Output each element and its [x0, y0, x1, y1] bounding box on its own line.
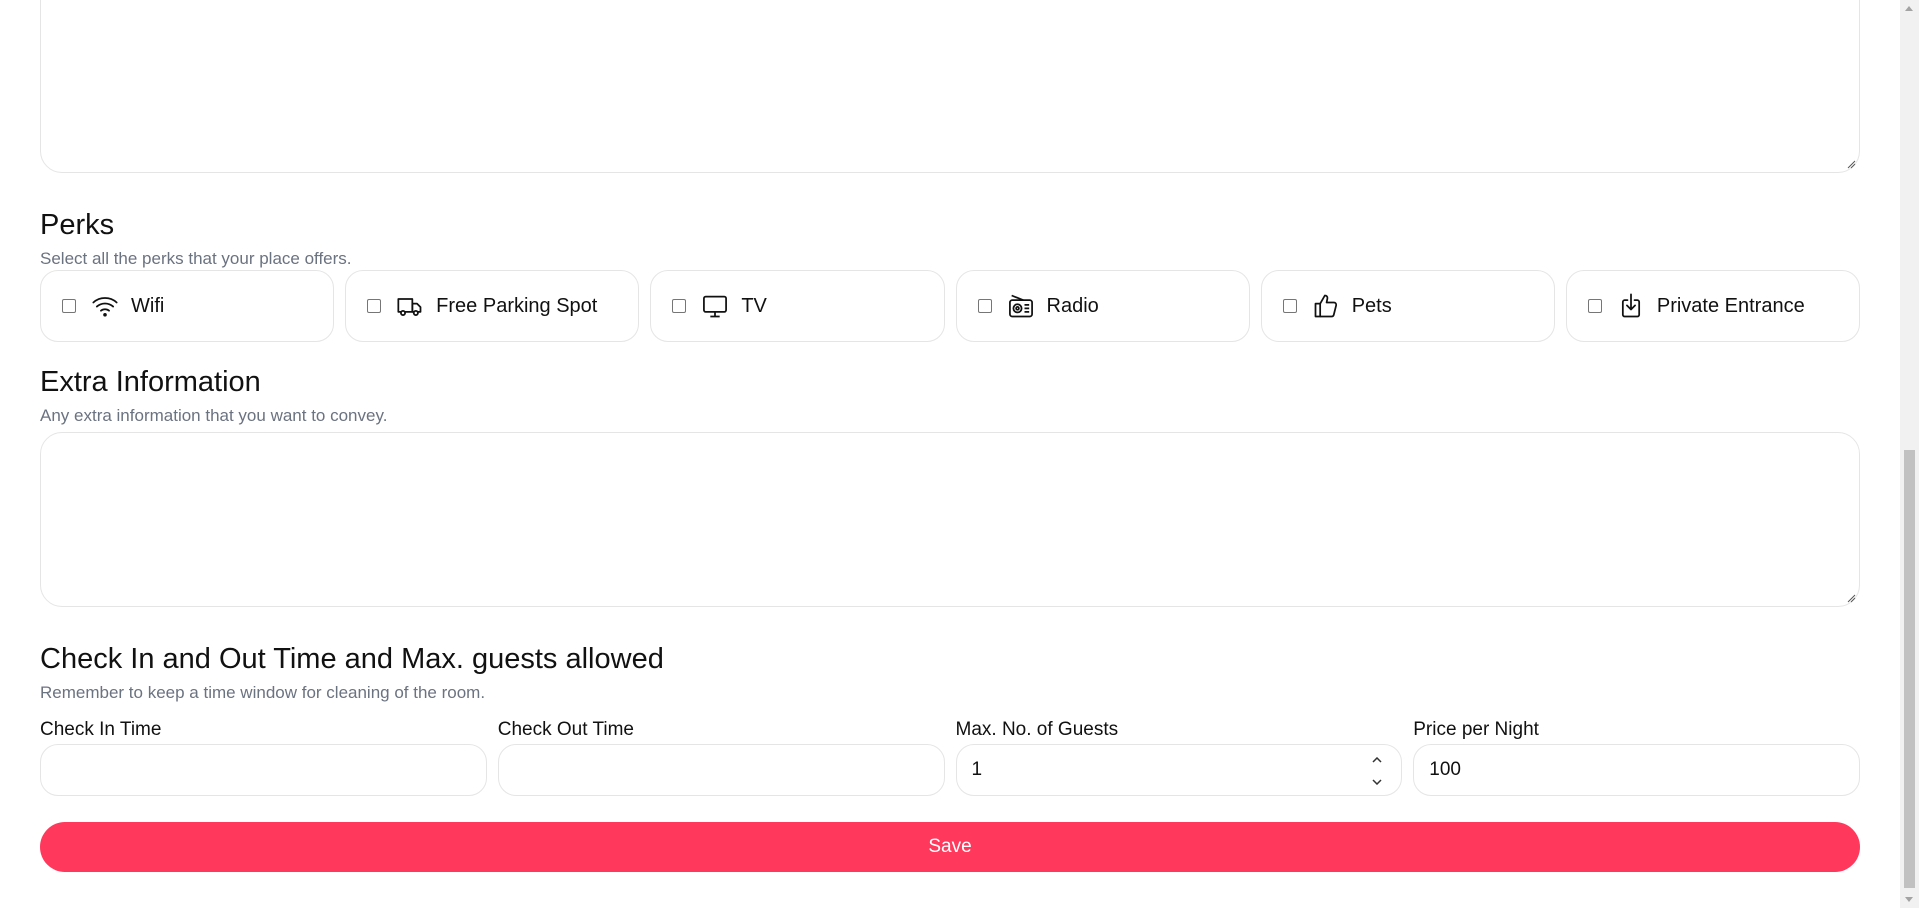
max-guests-field: Max. No. of Guests 1	[955, 716, 1403, 796]
thumbs-up-icon	[1311, 291, 1341, 321]
spinner-down-icon[interactable]	[1372, 779, 1382, 785]
truck-icon	[395, 291, 425, 321]
max-guests-input[interactable]: 1	[955, 744, 1403, 796]
spinner-up-icon[interactable]	[1372, 757, 1382, 763]
max-guests-label: Max. No. of Guests	[955, 719, 1119, 740]
perks-title: Perks	[40, 209, 115, 241]
resize-grip-icon[interactable]	[1846, 159, 1856, 169]
perk-checkbox[interactable]	[672, 299, 687, 313]
perk-checkbox[interactable]	[1282, 299, 1297, 313]
perk-wifi[interactable]: Wifi	[40, 270, 335, 342]
perks-grid: Wifi Free Parking Spot TV Radio Pets Pri…	[40, 270, 1861, 342]
perk-label: TV	[741, 294, 767, 317]
scroll-up-icon[interactable]	[1905, 6, 1913, 11]
perk-pets[interactable]: Pets	[1260, 270, 1555, 342]
extra-info-textarea[interactable]	[40, 432, 1860, 607]
wifi-icon	[90, 291, 120, 321]
perk-private-entrance[interactable]: Private Entrance	[1565, 270, 1861, 342]
radio-icon	[1006, 291, 1036, 321]
check-in-input[interactable]	[40, 744, 487, 796]
resize-grip-icon[interactable]	[1846, 593, 1856, 603]
check-out-input[interactable]	[497, 744, 945, 796]
perk-radio[interactable]: Radio	[955, 270, 1250, 342]
perk-checkbox[interactable]	[367, 299, 382, 313]
check-times-subtitle: Remember to keep a time window for clean…	[40, 683, 486, 702]
perk-label: Wifi	[131, 294, 165, 317]
entrance-icon	[1616, 291, 1646, 321]
save-button[interactable]: Save	[40, 822, 1860, 872]
check-in-field: Check In Time	[40, 716, 487, 796]
check-times-title: Check In and Out Time and Max. guests al…	[40, 643, 664, 675]
price-label: Price per Night	[1413, 719, 1539, 740]
price-input[interactable]: 100	[1413, 744, 1860, 796]
max-guests-value: 1	[971, 759, 983, 780]
scroll-thumb[interactable]	[1904, 450, 1915, 888]
page-scrollbar[interactable]	[1900, 0, 1919, 908]
perk-parking[interactable]: Free Parking Spot	[345, 270, 640, 342]
check-times-fields: Check In Time Check Out Time Max. No. of…	[40, 716, 1860, 796]
perk-tv[interactable]: TV	[650, 270, 945, 342]
perk-checkbox[interactable]	[977, 299, 992, 313]
perk-label: Radio	[1046, 294, 1099, 317]
description-textarea[interactable]	[40, 0, 1860, 173]
perk-checkbox[interactable]	[1587, 299, 1602, 313]
perk-checkbox[interactable]	[62, 299, 76, 313]
extra-info-subtitle: Any extra information that you want to c…	[40, 406, 388, 425]
perk-label: Pets	[1351, 294, 1392, 317]
perk-label: Private Entrance	[1656, 294, 1805, 317]
extra-info-title: Extra Information	[40, 366, 261, 398]
check-out-label: Check Out Time	[497, 719, 634, 740]
perks-subtitle: Select all the perks that your place off…	[40, 249, 352, 268]
check-in-label: Check In Time	[40, 719, 162, 740]
perk-label: Free Parking Spot	[436, 294, 598, 317]
tv-icon	[700, 291, 730, 321]
price-field: Price per Night 100	[1413, 716, 1860, 796]
check-out-field: Check Out Time	[497, 716, 945, 796]
scroll-down-icon[interactable]	[1905, 897, 1913, 902]
number-spinner[interactable]	[1371, 757, 1383, 785]
